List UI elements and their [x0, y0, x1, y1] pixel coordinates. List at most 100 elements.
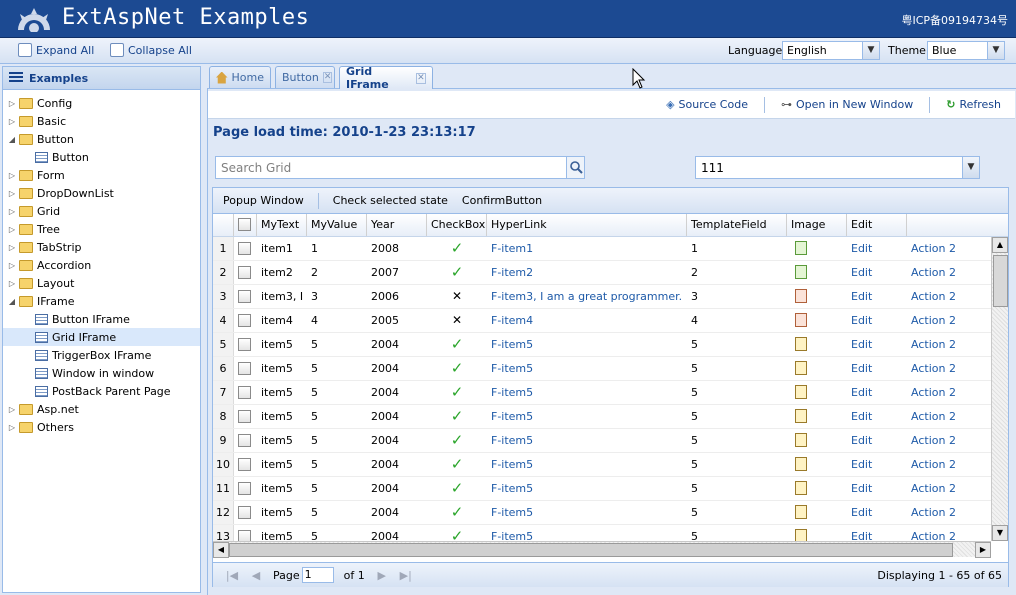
- collapse-all-button[interactable]: Collapse All: [110, 43, 192, 57]
- chevron-down-icon[interactable]: ▼: [862, 42, 879, 59]
- tree-folder[interactable]: ▷ Others: [3, 418, 200, 436]
- next-page-icon[interactable]: ▶: [375, 569, 389, 582]
- tree-folder[interactable]: ◢ IFrame: [3, 292, 200, 310]
- row-checkbox[interactable]: [238, 386, 251, 399]
- row-checkbox[interactable]: [238, 338, 251, 351]
- tree-folder[interactable]: ◢ Button: [3, 130, 200, 148]
- row-select-cell[interactable]: [234, 381, 257, 404]
- tab-home[interactable]: Home: [209, 66, 271, 88]
- scroll-thumb[interactable]: [229, 543, 953, 557]
- cell-edit-link[interactable]: Edit: [847, 285, 907, 308]
- table-row[interactable]: 2 item2 2 2007 ✓ F-item2 2 Edit Action 2: [213, 261, 991, 285]
- scroll-left-icon[interactable]: ◀: [213, 542, 229, 558]
- cell-hyperlink[interactable]: F-item5: [487, 501, 687, 524]
- row-select-cell[interactable]: [234, 357, 257, 380]
- cell-hyperlink[interactable]: F-item4: [487, 309, 687, 332]
- table-row[interactable]: 5 item5 5 2004 ✓ F-item5 5 Edit Action 2: [213, 333, 991, 357]
- last-page-icon[interactable]: ▶|: [399, 569, 413, 582]
- close-icon[interactable]: ✕: [415, 72, 426, 84]
- header-image[interactable]: Image: [787, 214, 847, 236]
- tree-leaf[interactable]: PostBack Parent Page: [3, 382, 200, 400]
- chevron-right-icon[interactable]: ▷: [7, 207, 17, 216]
- cell-hyperlink[interactable]: F-item2: [487, 261, 687, 284]
- chevron-right-icon[interactable]: ▷: [7, 279, 17, 288]
- tree-leaf[interactable]: Button IFrame: [3, 310, 200, 328]
- row-select-cell[interactable]: [234, 405, 257, 428]
- cell-edit-link[interactable]: Edit: [847, 333, 907, 356]
- language-select[interactable]: English ▼: [782, 41, 880, 60]
- expand-all-button[interactable]: Expand All: [18, 43, 94, 57]
- row-select-cell[interactable]: [234, 261, 257, 284]
- search-icon[interactable]: [566, 157, 584, 178]
- tree-leaf[interactable]: Grid IFrame: [3, 328, 200, 346]
- table-row[interactable]: 8 item5 5 2004 ✓ F-item5 5 Edit Action 2: [213, 405, 991, 429]
- cell-edit-link[interactable]: Edit: [847, 405, 907, 428]
- tree-folder[interactable]: ▷ Tree: [3, 220, 200, 238]
- chevron-down-icon[interactable]: ◢: [7, 135, 17, 144]
- header-edit[interactable]: Edit: [847, 214, 907, 236]
- row-checkbox[interactable]: [238, 266, 251, 279]
- table-row[interactable]: 11 item5 5 2004 ✓ F-item5 5 Edit Action 2: [213, 477, 991, 501]
- tree-folder[interactable]: ▷ Accordion: [3, 256, 200, 274]
- row-select-cell[interactable]: [234, 477, 257, 500]
- cell-action-link[interactable]: Action 2: [907, 525, 991, 541]
- tree-folder[interactable]: ▷ Config: [3, 94, 200, 112]
- tree-folder[interactable]: ▷ Form: [3, 166, 200, 184]
- row-checkbox[interactable]: [238, 482, 251, 495]
- chevron-down-icon[interactable]: ◢: [7, 297, 17, 306]
- chevron-right-icon[interactable]: ▷: [7, 225, 17, 234]
- cell-action-link[interactable]: Action 2: [907, 357, 991, 380]
- select-all-checkbox[interactable]: [238, 218, 251, 231]
- cell-edit-link[interactable]: Edit: [847, 261, 907, 284]
- confirm-button[interactable]: ConfirmButton: [462, 194, 542, 207]
- tree-leaf[interactable]: TriggerBox IFrame: [3, 346, 200, 364]
- row-select-cell[interactable]: [234, 237, 257, 260]
- first-page-icon[interactable]: |◀: [225, 569, 239, 582]
- cell-action-link[interactable]: Action 2: [907, 237, 991, 260]
- table-row[interactable]: 9 item5 5 2004 ✓ F-item5 5 Edit Action 2: [213, 429, 991, 453]
- row-select-cell[interactable]: [234, 285, 257, 308]
- cell-edit-link[interactable]: Edit: [847, 357, 907, 380]
- search-input[interactable]: Search Grid: [215, 156, 585, 179]
- header-myvalue[interactable]: MyValue: [307, 214, 367, 236]
- header-hyperlink[interactable]: HyperLink: [487, 214, 687, 236]
- row-select-cell[interactable]: [234, 453, 257, 476]
- cell-edit-link[interactable]: Edit: [847, 381, 907, 404]
- cell-action-link[interactable]: Action 2: [907, 429, 991, 452]
- cell-edit-link[interactable]: Edit: [847, 237, 907, 260]
- row-select-cell[interactable]: [234, 333, 257, 356]
- header-checkbox[interactable]: CheckBox: [427, 214, 487, 236]
- scroll-right-icon[interactable]: ▶: [975, 542, 991, 558]
- row-select-cell[interactable]: [234, 525, 257, 541]
- horizontal-scrollbar[interactable]: ◀ ▶: [213, 541, 991, 558]
- cell-action-link[interactable]: Action 2: [907, 405, 991, 428]
- cell-hyperlink[interactable]: F-item5: [487, 429, 687, 452]
- cell-hyperlink[interactable]: F-item5: [487, 453, 687, 476]
- cell-edit-link[interactable]: Edit: [847, 309, 907, 332]
- cell-hyperlink[interactable]: F-item1: [487, 237, 687, 260]
- tab-button[interactable]: Button ✕: [275, 66, 335, 88]
- source-code-button[interactable]: ◈ Source Code: [666, 98, 748, 111]
- cell-action-link[interactable]: Action 2: [907, 381, 991, 404]
- chevron-right-icon[interactable]: ▷: [7, 243, 17, 252]
- row-checkbox[interactable]: [238, 410, 251, 423]
- cell-edit-link[interactable]: Edit: [847, 501, 907, 524]
- cell-edit-link[interactable]: Edit: [847, 525, 907, 541]
- tree-folder[interactable]: ▷ TabStrip: [3, 238, 200, 256]
- dropdown-list[interactable]: 111: [695, 156, 980, 179]
- tree-folder[interactable]: ▷ DropDownList: [3, 184, 200, 202]
- page-number-input[interactable]: 1: [301, 567, 334, 583]
- tree-folder[interactable]: ▷ Grid: [3, 202, 200, 220]
- cell-hyperlink[interactable]: F-item5: [487, 333, 687, 356]
- cell-hyperlink[interactable]: F-item5: [487, 477, 687, 500]
- chevron-right-icon[interactable]: ▷: [7, 189, 17, 198]
- cell-edit-link[interactable]: Edit: [847, 477, 907, 500]
- close-icon[interactable]: ✕: [322, 72, 333, 83]
- header-templatefield[interactable]: TemplateField: [687, 214, 787, 236]
- cell-hyperlink[interactable]: F-item5: [487, 525, 687, 541]
- chevron-down-icon[interactable]: ▼: [962, 157, 979, 178]
- row-select-cell[interactable]: [234, 429, 257, 452]
- table-row[interactable]: 7 item5 5 2004 ✓ F-item5 5 Edit Action 2: [213, 381, 991, 405]
- row-checkbox[interactable]: [238, 242, 251, 255]
- check-selected-state-button[interactable]: Check selected state: [333, 194, 448, 207]
